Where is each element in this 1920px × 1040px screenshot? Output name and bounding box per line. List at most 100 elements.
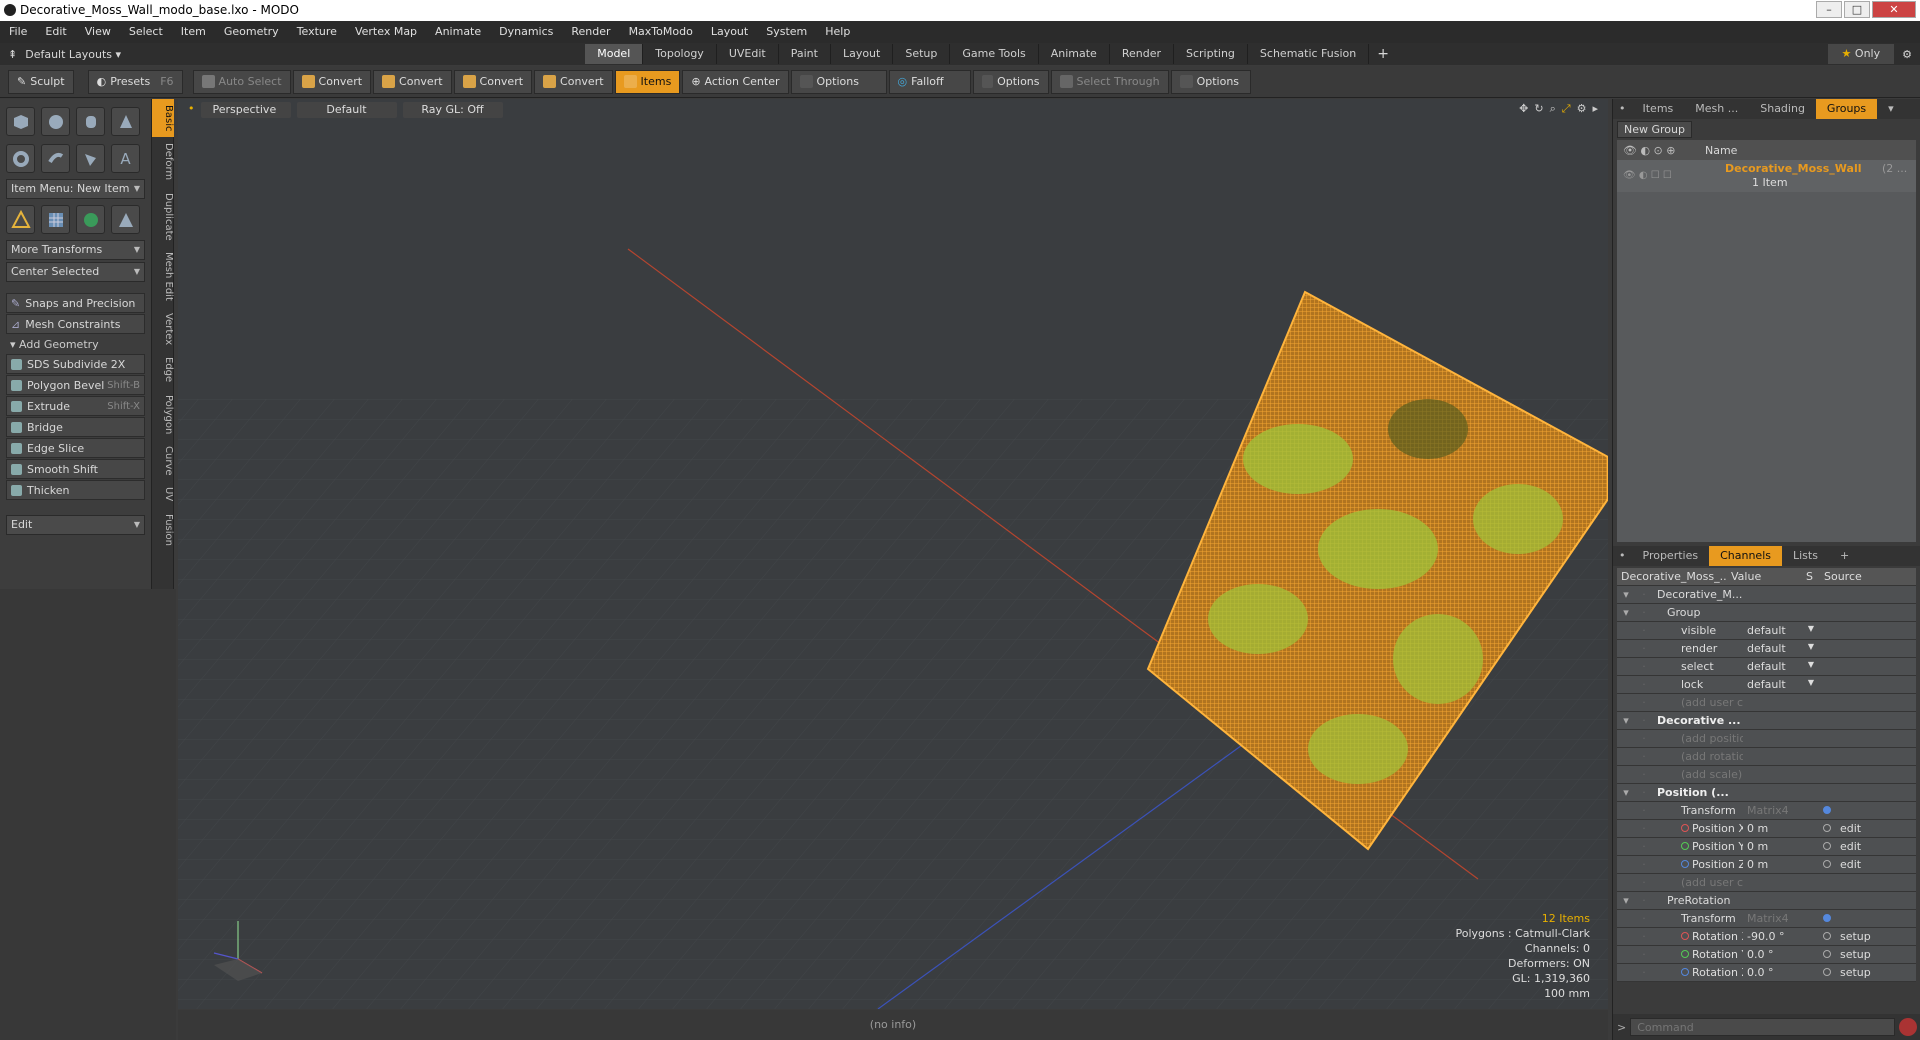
pyramid-tool-button[interactable]: [111, 205, 140, 234]
channel-state-icon[interactable]: [1818, 948, 1836, 961]
expand-arrow-icon[interactable]: ▾: [1617, 588, 1635, 601]
vtab-polygon[interactable]: Polygon: [152, 389, 174, 440]
menu-help[interactable]: Help: [816, 21, 859, 43]
only-toggle[interactable]: ★ Only: [1827, 44, 1895, 64]
channel-state-icon[interactable]: [1818, 966, 1836, 979]
minimize-button[interactable]: –: [1816, 1, 1842, 18]
vtab-curve[interactable]: Curve: [152, 440, 174, 482]
bridge-button[interactable]: Bridge: [6, 417, 145, 437]
maximize-viewport-icon[interactable]: ⤢: [1562, 102, 1571, 118]
move-tool-button[interactable]: [6, 205, 35, 234]
channel-row[interactable]: · visible default ▼: [1617, 622, 1916, 640]
channel-row[interactable]: ▾ · PreRotation: [1617, 892, 1916, 910]
sculpt-button[interactable]: ✎ Sculpt: [8, 69, 74, 94]
viewport-menu-icon[interactable]: •: [188, 102, 195, 118]
channel-state-icon[interactable]: [1818, 858, 1836, 871]
mesh-constraints-button[interactable]: ⊿ Mesh Constraints: [6, 314, 145, 334]
channel-row[interactable]: · Transform Matrix4: [1617, 802, 1916, 820]
vtab-duplicate[interactable]: Duplicate: [152, 187, 174, 247]
group-row-toggles[interactable]: 👁 ◐ ☐ ☐: [1623, 170, 1672, 181]
tab-topology[interactable]: Topology: [643, 44, 717, 64]
channel-row[interactable]: · (add user c ...: [1617, 874, 1916, 892]
expand-arrow-icon[interactable]: ▾: [1617, 894, 1635, 907]
zoom-icon[interactable]: ⌕: [1550, 102, 1556, 118]
channel-row[interactable]: ▾ · Decorative_M...: [1617, 586, 1916, 604]
vtab-edge[interactable]: Edge: [152, 351, 174, 388]
channel-value[interactable]: default ▼: [1743, 660, 1818, 673]
text-primitive-button[interactable]: A: [111, 144, 140, 173]
pan-icon[interactable]: ✥: [1519, 102, 1528, 118]
tab-groups[interactable]: Groups: [1815, 99, 1878, 119]
vtab-fusion[interactable]: Fusion: [152, 508, 174, 552]
menu-edit[interactable]: Edit: [36, 21, 75, 43]
convert-button-2[interactable]: Convert: [373, 69, 452, 94]
group-name[interactable]: Decorative_Moss_Wall: [1725, 162, 1861, 175]
cube-primitive-button[interactable]: [6, 107, 35, 136]
menu-file[interactable]: File: [0, 21, 36, 43]
thicken-button[interactable]: Thicken: [6, 480, 145, 500]
vtab-uv[interactable]: UV: [152, 481, 174, 507]
channel-row[interactable]: · Position Y0 m edit: [1617, 838, 1916, 856]
channel-value[interactable]: 0 m: [1743, 840, 1818, 853]
tab-layout[interactable]: Layout: [831, 44, 894, 64]
cone-primitive-button[interactable]: [111, 107, 140, 136]
tab-shading[interactable]: Shading: [1749, 99, 1816, 119]
channel-state-icon[interactable]: [1818, 912, 1836, 925]
channel-row[interactable]: ▾ · Decorative ...: [1617, 712, 1916, 730]
3d-viewport[interactable]: • Perspective Default Ray GL: Off ✥ ↻ ⌕ …: [178, 99, 1608, 1009]
menu-render[interactable]: Render: [562, 21, 619, 43]
rotate-icon[interactable]: ↻: [1534, 102, 1543, 118]
shading-dropdown[interactable]: Default: [296, 102, 397, 118]
menu-animate[interactable]: Animate: [426, 21, 490, 43]
action-center-button[interactable]: ⊕ Action Center: [682, 69, 789, 94]
snaps-precision-button[interactable]: ✎ Snaps and Precision: [6, 293, 145, 313]
add-geometry-header[interactable]: ▾ Add Geometry: [6, 335, 145, 353]
expand-arrow-icon[interactable]: ▾: [1617, 786, 1635, 799]
add-tab-icon[interactable]: +: [1829, 546, 1860, 566]
channel-value[interactable]: default ▼: [1743, 624, 1818, 637]
menu-item[interactable]: Item: [172, 21, 215, 43]
channel-row[interactable]: · (add user c ...: [1617, 694, 1916, 712]
record-icon[interactable]: [1899, 1018, 1917, 1036]
channel-row[interactable]: · lock default ▼: [1617, 676, 1916, 694]
sphere-tool-button[interactable]: [76, 205, 105, 234]
channel-state-icon[interactable]: [1818, 822, 1836, 835]
menu-maxtomodo[interactable]: MaxToModo: [620, 21, 702, 43]
vtab-deform[interactable]: Deform: [152, 137, 174, 186]
tab-render[interactable]: Render: [1110, 44, 1174, 64]
extrude-button[interactable]: Extrude Shift-X: [6, 396, 145, 416]
item-menu-dropdown[interactable]: Item Menu: New Item: [6, 179, 145, 199]
channel-row[interactable]: · Rotation Z0.0 ° setup: [1617, 964, 1916, 982]
channel-row[interactable]: · (add position): [1617, 730, 1916, 748]
smooth-shift-button[interactable]: Smooth Shift: [6, 459, 145, 479]
channel-state-icon[interactable]: [1818, 840, 1836, 853]
group-row[interactable]: 👁 ◐ ☐ ☐ Decorative_Moss_Wall (2 ... 1 It…: [1617, 160, 1916, 192]
channel-value[interactable]: default ▼: [1743, 678, 1818, 691]
channel-state-icon[interactable]: [1818, 804, 1836, 817]
tab-paint[interactable]: Paint: [779, 44, 831, 64]
falloff-button[interactable]: ◎ Falloff: [888, 69, 971, 94]
tab-scripting[interactable]: Scripting: [1174, 44, 1248, 64]
vtab-mesh-edit[interactable]: Mesh Edit: [152, 246, 174, 307]
channel-value[interactable]: 0 m: [1743, 822, 1818, 835]
viewport-arrow-icon[interactable]: ▸: [1592, 102, 1598, 118]
menu-dynamics[interactable]: Dynamics: [490, 21, 562, 43]
channel-row[interactable]: · Rotation X-90.0 ° setup: [1617, 928, 1916, 946]
items-mode-button[interactable]: Items: [614, 69, 681, 94]
channel-row[interactable]: · select default ▼: [1617, 658, 1916, 676]
cylinder-primitive-button[interactable]: [76, 107, 105, 136]
convert-button-3[interactable]: Convert: [453, 69, 533, 94]
expand-arrow-icon[interactable]: ▾: [1617, 714, 1635, 727]
action-center-options-button[interactable]: Options: [790, 69, 887, 94]
presets-button[interactable]: ◐ Presets F6: [87, 69, 183, 94]
channel-value[interactable]: -90.0 °: [1743, 930, 1818, 943]
new-group-button[interactable]: New Group: [1617, 121, 1692, 138]
menu-system[interactable]: System: [757, 21, 816, 43]
tab-game-tools[interactable]: Game Tools: [950, 44, 1039, 64]
tab-uvedit[interactable]: UVEdit: [717, 44, 779, 64]
select-options-button[interactable]: Options: [1170, 69, 1251, 94]
pen-primitive-button[interactable]: [76, 144, 105, 173]
vtab-vertex[interactable]: Vertex: [152, 307, 174, 351]
select-through-button[interactable]: Select Through: [1050, 69, 1169, 94]
menu-texture[interactable]: Texture: [288, 21, 346, 43]
